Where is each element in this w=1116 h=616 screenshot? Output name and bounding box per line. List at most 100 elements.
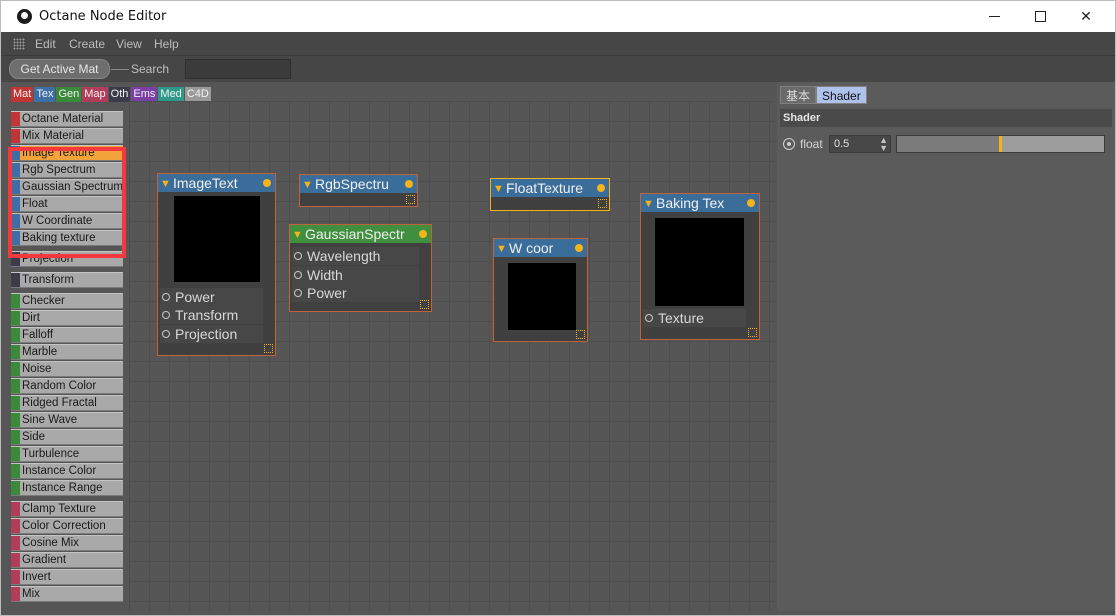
node-list-item[interactable]: Gaussian Spectrum xyxy=(11,179,123,195)
resize-icon[interactable] xyxy=(264,344,273,353)
menu-create[interactable]: Create xyxy=(69,37,105,51)
port-texture[interactable]: Texture xyxy=(643,309,746,327)
node-list-item[interactable]: Random Color xyxy=(11,378,123,394)
float-value-field[interactable]: 0.5 ▲ ▼ xyxy=(829,135,891,153)
input-port-icon[interactable] xyxy=(294,252,302,260)
node-list-item[interactable]: Dirt xyxy=(11,310,123,326)
node-header[interactable]: ▼ FloatTexture xyxy=(491,179,609,197)
output-port-icon[interactable] xyxy=(419,230,427,238)
resize-icon[interactable] xyxy=(406,195,415,204)
tab-basic[interactable]: 基本 xyxy=(780,86,817,104)
category-tab-ems[interactable]: Ems xyxy=(131,87,158,102)
spinner-arrows-icon[interactable]: ▲ ▼ xyxy=(879,136,888,153)
node-list-item[interactable]: Transform xyxy=(11,272,123,288)
node-gaussian-spectrum[interactable]: ▼ GaussianSpectr Wavelength Width Power xyxy=(289,224,432,312)
node-list-item[interactable]: Mix Material xyxy=(11,128,123,144)
input-port-icon[interactable] xyxy=(162,311,170,319)
port-power[interactable]: Power xyxy=(160,288,263,306)
node-list-item[interactable]: Invert xyxy=(11,569,123,585)
menu-view[interactable]: View xyxy=(116,37,142,51)
node-list-item[interactable]: Gradient xyxy=(11,552,123,568)
input-port-icon[interactable] xyxy=(294,271,302,279)
output-port-icon[interactable] xyxy=(747,199,755,207)
resize-icon[interactable] xyxy=(420,300,429,309)
minimize-button[interactable] xyxy=(971,1,1017,32)
input-port-icon[interactable] xyxy=(162,330,170,338)
node-w-coordinate[interactable]: ▼ W coor xyxy=(493,238,588,342)
output-port-icon[interactable] xyxy=(575,244,583,252)
resize-icon[interactable] xyxy=(748,328,757,337)
node-list-item[interactable]: Color Correction xyxy=(11,518,123,534)
category-tab-tex[interactable]: Tex xyxy=(34,87,56,102)
search-input[interactable] xyxy=(185,59,291,79)
category-swatch xyxy=(11,112,20,126)
collapse-triangle-icon[interactable]: ▼ xyxy=(302,176,313,193)
node-list-item[interactable]: Octane Material xyxy=(11,111,123,127)
node-list-item[interactable]: Checker xyxy=(11,293,123,309)
node-baking-texture[interactable]: ▼ Baking Tex Texture xyxy=(640,193,760,340)
collapse-triangle-icon[interactable]: ▼ xyxy=(496,240,507,257)
input-port-icon[interactable] xyxy=(294,289,302,297)
output-port-icon[interactable] xyxy=(405,180,413,188)
node-list-item[interactable]: W Coordinate xyxy=(11,213,123,229)
input-port-icon[interactable] xyxy=(162,293,170,301)
port-power[interactable]: Power xyxy=(292,284,419,302)
animate-radio-icon[interactable] xyxy=(783,138,795,150)
resize-icon[interactable] xyxy=(576,330,585,339)
node-header[interactable]: ▼ Baking Tex xyxy=(641,194,759,212)
get-active-mat-button[interactable]: Get Active Mat xyxy=(9,59,110,79)
node-list-item[interactable]: Falloff xyxy=(11,327,123,343)
node-list-item[interactable]: Baking texture xyxy=(11,230,123,246)
node-list-item[interactable]: Rgb Spectrum xyxy=(11,162,123,178)
node-list-item[interactable]: Instance Range xyxy=(11,480,123,496)
float-slider[interactable] xyxy=(896,135,1105,153)
node-list-item[interactable]: Clamp Texture xyxy=(11,501,123,517)
node-header[interactable]: ▼ W coor xyxy=(494,239,587,257)
category-tab-oth[interactable]: Oth xyxy=(108,87,131,102)
category-tab-med[interactable]: Med xyxy=(158,87,184,102)
tab-shader[interactable]: Shader xyxy=(816,86,867,104)
collapse-triangle-icon[interactable]: ▼ xyxy=(643,195,654,212)
node-list-item[interactable]: Marble xyxy=(11,344,123,360)
collapse-triangle-icon[interactable]: ▼ xyxy=(160,175,171,192)
node-rgb-spectrum[interactable]: ▼ RgbSpectru xyxy=(299,174,418,207)
node-header[interactable]: ▼ RgbSpectru xyxy=(300,175,417,193)
input-port-icon[interactable] xyxy=(645,314,653,322)
node-list-item[interactable]: Turbulence xyxy=(11,446,123,462)
node-list-item[interactable]: Noise xyxy=(11,361,123,377)
port-width[interactable]: Width xyxy=(292,266,419,284)
grip-icon[interactable] xyxy=(13,38,25,50)
menu-edit[interactable]: Edit xyxy=(35,37,56,51)
output-port-icon[interactable] xyxy=(263,179,271,187)
node-header[interactable]: ▼ GaussianSpectr xyxy=(290,225,431,243)
node-list-item[interactable]: Projection xyxy=(11,251,123,267)
node-canvas[interactable]: ▼ ImageText Power Transform Projection ▼… xyxy=(129,101,774,611)
slider-knob[interactable] xyxy=(998,136,1002,152)
menu-help[interactable]: Help xyxy=(154,37,179,51)
node-list-item[interactable]: Mix xyxy=(11,586,123,602)
node-float-texture[interactable]: ▼ FloatTexture xyxy=(490,178,610,211)
maximize-button[interactable] xyxy=(1017,1,1063,32)
node-list-item[interactable]: Ridged Fractal xyxy=(11,395,123,411)
port-projection[interactable]: Projection xyxy=(160,325,263,343)
collapse-triangle-icon[interactable]: ▼ xyxy=(292,226,303,243)
node-list-item[interactable]: Float xyxy=(11,196,123,212)
node-image-texture[interactable]: ▼ ImageText Power Transform Projection xyxy=(157,173,276,356)
port-transform[interactable]: Transform xyxy=(160,306,263,324)
output-port-icon[interactable] xyxy=(597,184,605,192)
category-tab-c4d[interactable]: C4D xyxy=(184,87,211,102)
resize-icon[interactable] xyxy=(598,199,607,208)
node-header[interactable]: ▼ ImageText xyxy=(158,174,275,192)
node-list-item[interactable]: Side xyxy=(11,429,123,445)
node-list-item[interactable]: Cosine Mix xyxy=(11,535,123,551)
node-list-item[interactable]: Image Texture xyxy=(11,145,123,161)
category-tab-map[interactable]: Map xyxy=(82,87,108,102)
node-list-item[interactable]: Instance Color xyxy=(11,463,123,479)
node-list-item[interactable]: Sine Wave xyxy=(11,412,123,428)
port-wavelength[interactable]: Wavelength xyxy=(292,247,419,265)
category-swatch xyxy=(11,379,20,393)
category-tab-mat[interactable]: Mat xyxy=(11,87,34,102)
close-button[interactable]: ✕ xyxy=(1063,1,1109,32)
collapse-triangle-icon[interactable]: ▼ xyxy=(493,180,504,197)
category-tab-gen[interactable]: Gen xyxy=(56,87,82,102)
